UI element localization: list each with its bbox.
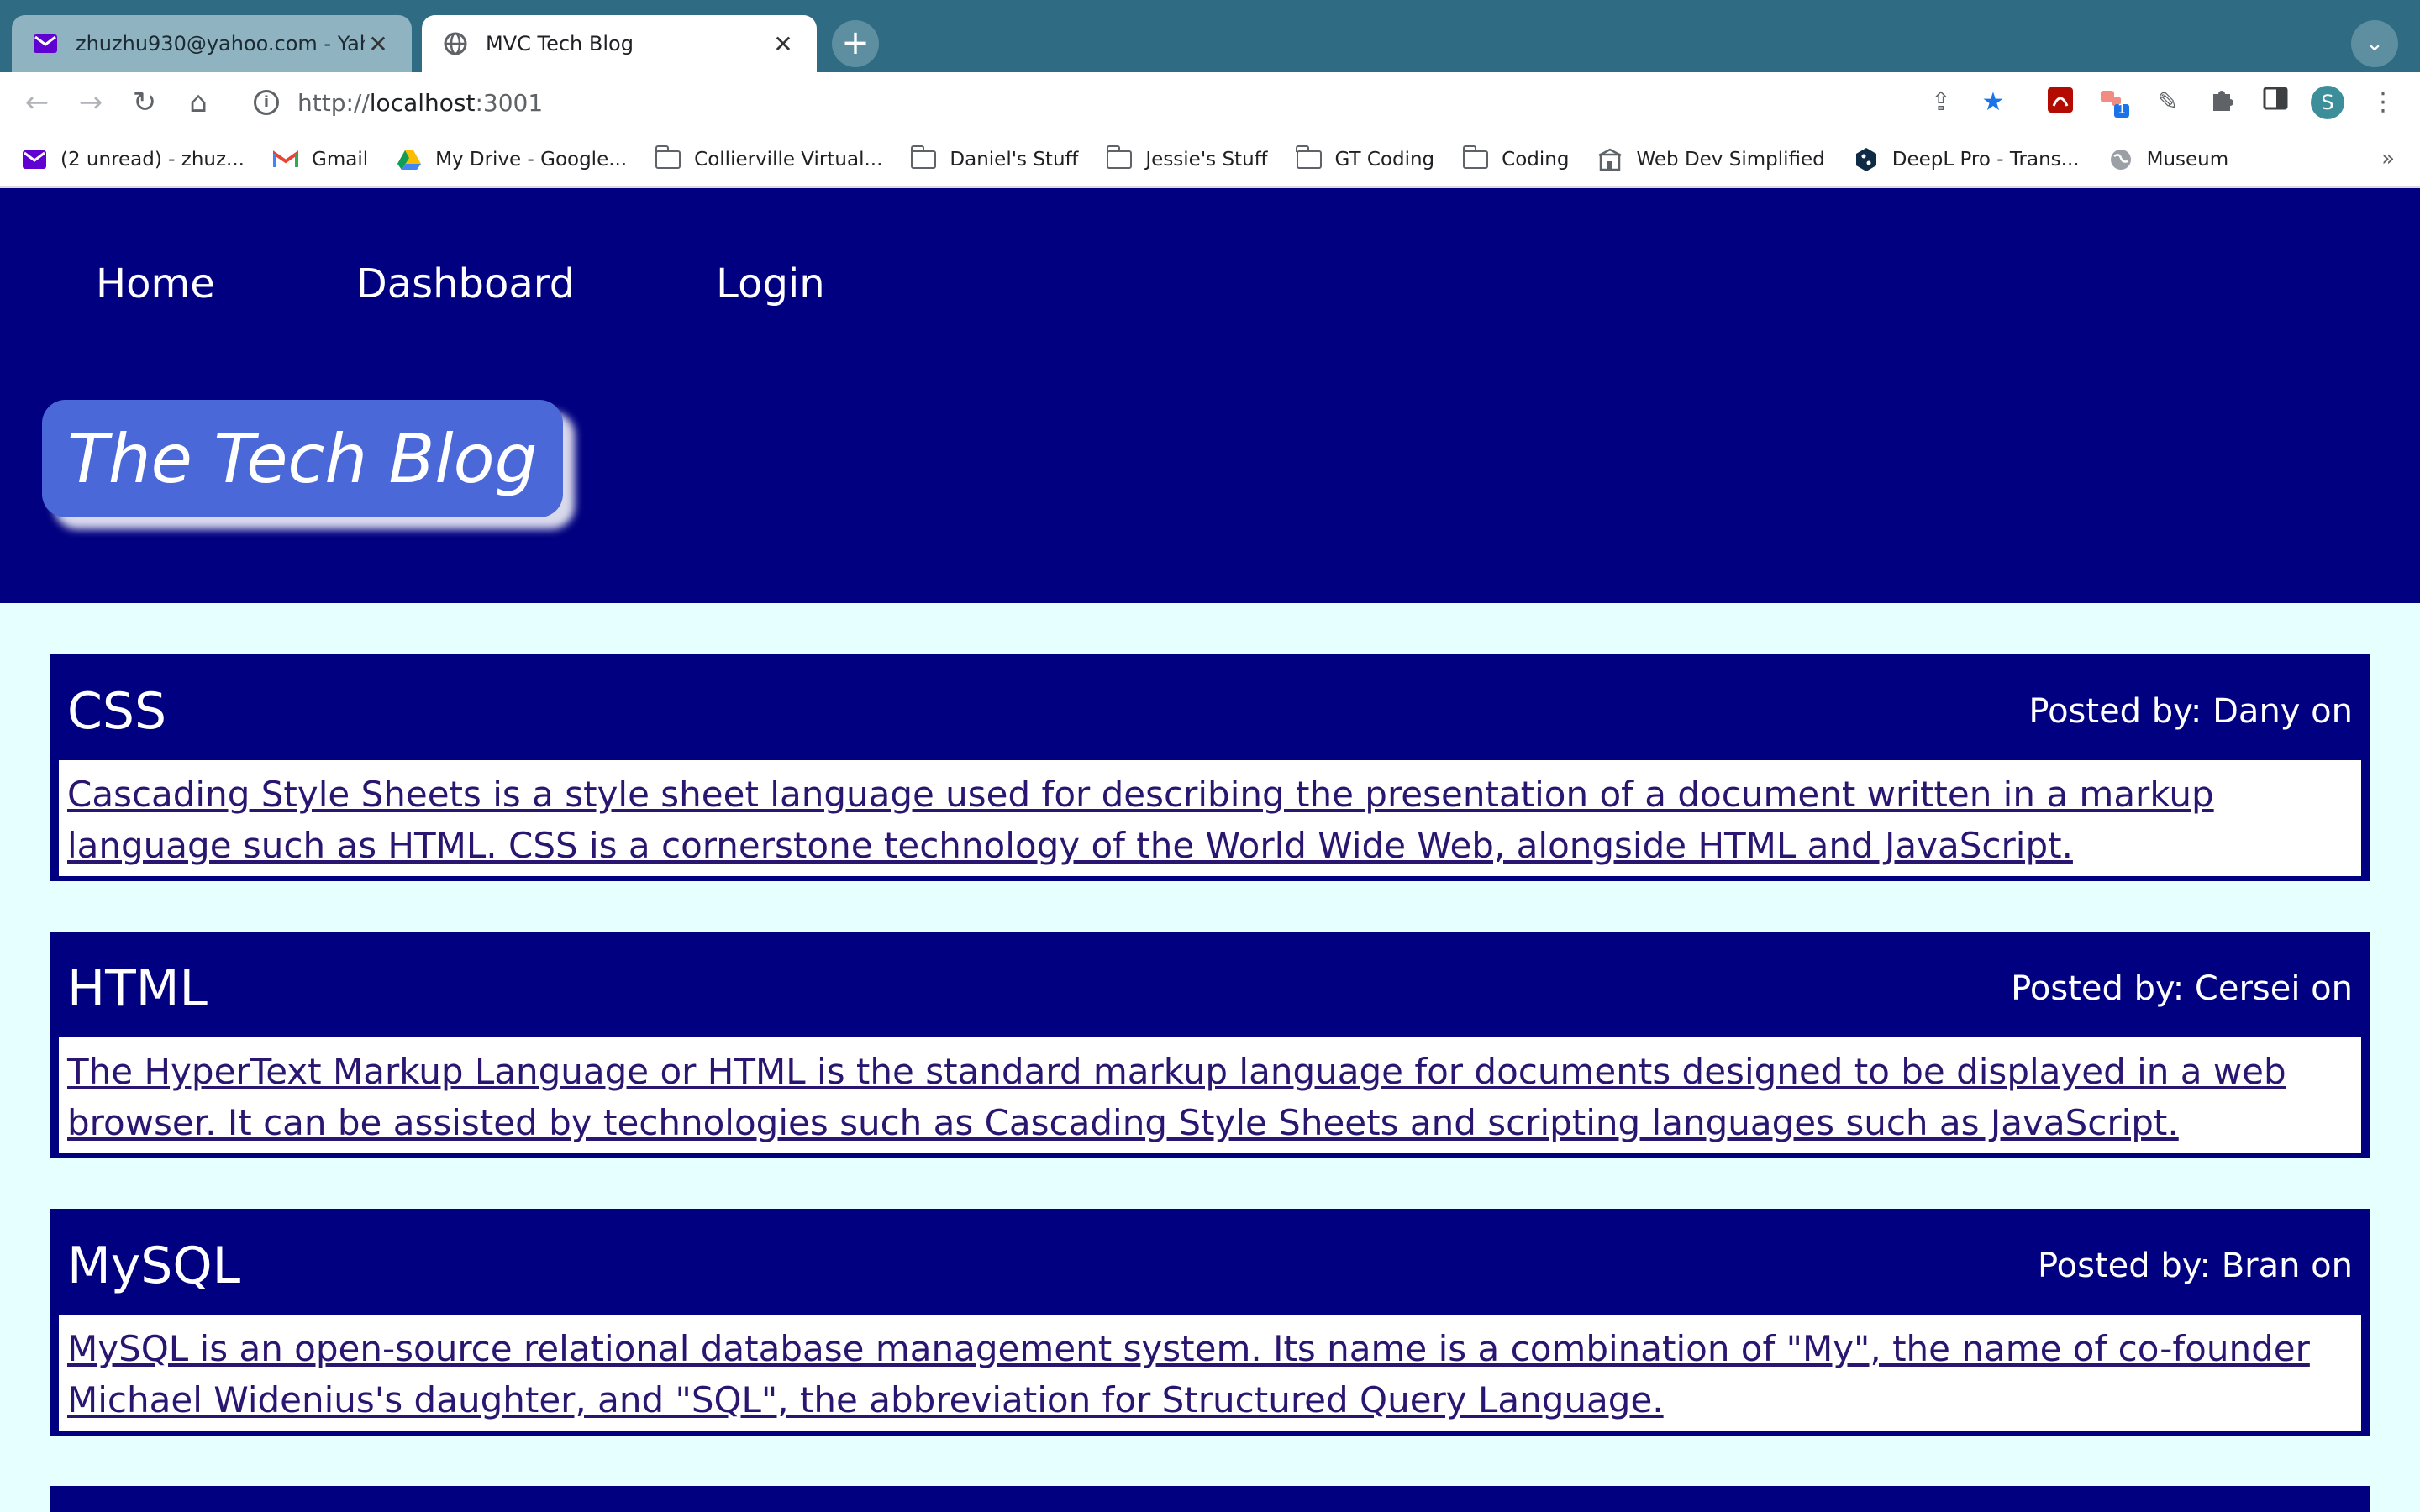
bookmark-folder-daniels-stuff[interactable]: Daniel's Stuff <box>910 145 1078 171</box>
post-card: MySQL Posted by: Bran on MySQL is an ope… <box>50 1209 2370 1436</box>
bookmark-yahoo-mail[interactable]: (2 unread) - zhuz... <box>22 149 245 171</box>
post-body: Cascading Style Sheets is a style sheet … <box>59 760 2361 876</box>
share-icon[interactable]: ⇪ <box>1924 86 1958 119</box>
post-title: HTML <box>67 959 208 1018</box>
deepl-icon <box>1854 148 1879 171</box>
google-drive-icon <box>397 149 422 171</box>
address-bar[interactable]: i http://localhost:3001 <box>235 79 1966 126</box>
bookmark-folder-gt-coding[interactable]: GT Coding <box>1296 145 1434 171</box>
post-body: The HyperText Markup Language or HTML is… <box>59 1037 2361 1153</box>
site-brand: The Tech Blog <box>42 400 563 517</box>
extensions-puzzle-icon[interactable] <box>2205 86 2238 119</box>
tab-title: MVC Tech Blog <box>486 32 634 55</box>
folder-icon <box>910 145 937 171</box>
more-menu-icon[interactable]: ⋮ <box>2366 86 2400 119</box>
post-header: CSS Posted by: Dany on <box>59 663 2361 760</box>
nav-dashboard-link[interactable]: Dashboard <box>356 260 575 307</box>
tab-yahoo-mail[interactable]: zhuzhu930@yahoo.com - Yahoo ✕ <box>12 15 412 72</box>
post-header: HTML Posted by: Cersei on <box>59 940 2361 1037</box>
tab-mvc-tech-blog[interactable]: MVC Tech Blog ✕ <box>422 15 817 72</box>
bookmark-star-icon[interactable]: ★ <box>1976 86 2010 119</box>
post-content-link[interactable]: The HyperText Markup Language or HTML is… <box>67 1046 2353 1148</box>
url-text: http://localhost:3001 <box>297 88 544 117</box>
post-content-link[interactable]: MySQL is an open-source relational datab… <box>67 1323 2353 1425</box>
bookmark-folder-jessies-stuff[interactable]: Jessie's Stuff <box>1106 145 1268 171</box>
building-icon <box>1597 148 1623 171</box>
bookmark-folder-collierville[interactable]: Collierville Virtual... <box>655 145 882 171</box>
pdf-extension-icon[interactable] <box>2044 86 2077 119</box>
post-header: MySQL Posted by: Bran on <box>59 1217 2361 1315</box>
bookmarks-bar: (2 unread) - zhuz... Gmail My Drive - Go… <box>0 133 2420 188</box>
back-arrow-icon[interactable]: ← <box>18 84 55 121</box>
bookmark-deepl[interactable]: DeepL Pro - Trans... <box>1854 148 2080 171</box>
post-card: HTML Posted by: Cersei on The HyperText … <box>50 932 2370 1158</box>
home-icon[interactable]: ⌂ <box>180 84 217 121</box>
post-card-partial <box>50 1486 2370 1512</box>
eraser-extension-icon[interactable]: ✎ <box>2151 86 2185 119</box>
folder-icon <box>1462 145 1489 171</box>
post-body: MySQL is an open-source relational datab… <box>59 1315 2361 1431</box>
nav-login-link[interactable]: Login <box>716 260 825 307</box>
post-title: CSS <box>67 682 167 741</box>
close-icon[interactable]: ✕ <box>365 30 392 58</box>
bookmark-my-drive[interactable]: My Drive - Google... <box>397 149 627 171</box>
folder-icon <box>1106 145 1133 171</box>
side-panel-icon[interactable] <box>2259 86 2292 119</box>
page-title: The Tech Blog <box>67 419 538 498</box>
forward-arrow-icon[interactable]: → <box>72 84 109 121</box>
post-author: Posted by: Cersei on <box>2011 969 2353 1008</box>
site-info-icon[interactable]: i <box>254 90 279 115</box>
site-nav: Home Dashboard Login <box>96 260 966 307</box>
new-tab-button[interactable]: + <box>832 20 879 67</box>
tab-title: zhuzhu930@yahoo.com - Yahoo <box>76 32 365 55</box>
browser-toolbar: ← → ↻ ⌂ i http://localhost:3001 ⇪ ★ 1 ✎ … <box>0 72 2420 133</box>
bookmark-museum[interactable]: Museum <box>2108 149 2228 171</box>
post-author: Posted by: Dany on <box>2028 692 2353 731</box>
gmail-icon <box>273 149 298 171</box>
browser-tab-strip: zhuzhu930@yahoo.com - Yahoo ✕ MVC Tech B… <box>0 0 2420 72</box>
close-icon[interactable]: ✕ <box>770 30 797 58</box>
yahoo-mail-icon <box>32 30 59 57</box>
post-author: Posted by: Bran on <box>2037 1247 2353 1285</box>
extension-badge-count: 1 <box>2118 101 2127 117</box>
reload-icon[interactable]: ↻ <box>126 84 163 121</box>
bookmark-folder-coding[interactable]: Coding <box>1462 145 1569 171</box>
nav-home-link[interactable]: Home <box>96 260 215 307</box>
avatar[interactable]: S <box>2311 86 2344 119</box>
globe-icon <box>442 30 469 57</box>
more-bookmarks-chevron-icon[interactable]: » <box>2381 146 2395 171</box>
globe-icon <box>2108 149 2133 171</box>
yahoo-mail-icon <box>22 149 47 171</box>
bookmark-gmail[interactable]: Gmail <box>273 149 368 171</box>
post-content-link[interactable]: Cascading Style Sheets is a style sheet … <box>67 769 2353 871</box>
extension-badge-icon[interactable]: 1 <box>2097 86 2131 119</box>
site-header: Home Dashboard Login The Tech Blog <box>0 188 2420 603</box>
post-title: MySQL <box>67 1236 241 1295</box>
tab-search-button[interactable]: ⌄ <box>2351 20 2398 67</box>
post-card: CSS Posted by: Dany on Cascading Style S… <box>50 654 2370 881</box>
folder-icon <box>655 145 681 171</box>
folder-icon <box>1296 145 1322 171</box>
bookmark-web-dev-simplified[interactable]: Web Dev Simplified <box>1597 148 1825 171</box>
